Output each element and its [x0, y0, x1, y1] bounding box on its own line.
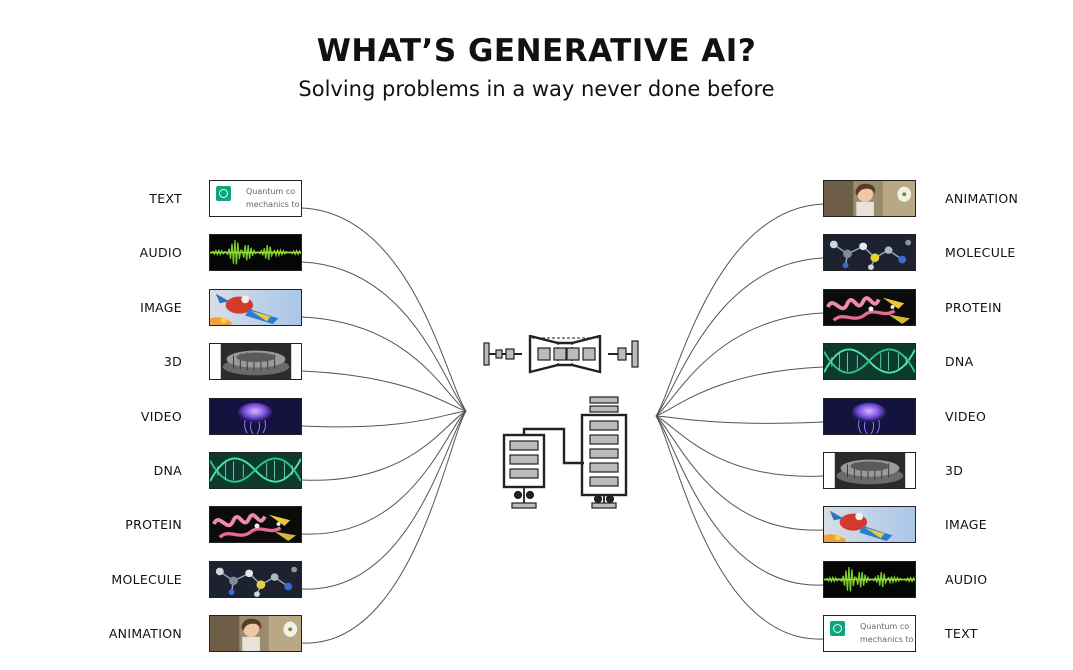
right-label-video: VIDEO [945, 409, 987, 424]
right-connector-animation [655, 203, 824, 417]
right-thumbnail-protein [823, 289, 916, 326]
left-label-text: TEXT [149, 191, 182, 206]
text-thumbnail-snippet: Quantum co mechanics to [860, 620, 914, 646]
chatbot-logo-icon [216, 186, 231, 201]
right-label-protein: PROTEIN [945, 300, 1002, 315]
left-thumbnail-image [209, 289, 302, 326]
left-label-audio: AUDIO [139, 245, 182, 260]
right-connector-image [655, 415, 824, 531]
left-connector-text [301, 207, 467, 412]
right-thumbnail-audio [823, 561, 916, 598]
left-thumbnail-molecule [209, 561, 302, 598]
left-label-protein: PROTEIN [125, 517, 182, 532]
model-architecture-icon [483, 335, 639, 509]
chatbot-logo-icon [830, 621, 845, 636]
left-label-3d: 3D [163, 354, 182, 369]
text-thumbnail-line1: Quantum co [860, 622, 910, 631]
left-connector-3d [301, 370, 467, 412]
right-thumbnail-dna [823, 343, 916, 380]
left-label-video: VIDEO [140, 409, 182, 424]
left-label-dna: DNA [153, 463, 182, 478]
left-label-image: IMAGE [140, 300, 182, 315]
transformer-icon [502, 396, 628, 509]
right-label-dna: DNA [945, 354, 974, 369]
right-connector-audio [655, 415, 824, 586]
right-label-image: IMAGE [945, 517, 987, 532]
left-connector-audio [301, 261, 467, 412]
right-connector-dna [655, 366, 824, 417]
left-thumbnail-protein [209, 506, 302, 543]
left-thumbnail-text: Quantum co mechanics to [209, 180, 302, 217]
right-connector-molecule [655, 257, 824, 417]
left-connector-animation [301, 410, 467, 644]
right-thumbnail-animation [823, 180, 916, 217]
right-label-audio: AUDIO [945, 572, 988, 587]
left-thumbnail-video [209, 398, 302, 435]
right-thumbnail-image [823, 506, 916, 543]
left-thumbnail-audio [209, 234, 302, 271]
text-thumbnail-line2: mechanics to [246, 200, 300, 209]
left-label-animation: ANIMATION [108, 626, 182, 641]
left-thumbnail-3d [209, 343, 302, 380]
right-thumbnail-video [823, 398, 916, 435]
right-connector-video [655, 415, 824, 424]
text-thumbnail-snippet: Quantum co mechanics to [246, 185, 300, 211]
autoencoder-icon [483, 335, 639, 374]
left-connector-dna [301, 410, 467, 481]
left-label-molecule: MOLECULE [111, 572, 182, 587]
right-thumbnail-molecule [823, 234, 916, 271]
right-connector-protein [655, 312, 824, 417]
right-label-molecule: MOLECULE [945, 245, 1016, 260]
right-thumbnail-3d [823, 452, 916, 489]
left-connector-protein [301, 410, 467, 535]
text-thumbnail-line2: mechanics to [860, 635, 914, 644]
left-thumbnail-animation [209, 615, 302, 652]
right-label-animation: ANIMATION [945, 191, 1019, 206]
left-connector-molecule [301, 410, 467, 590]
right-label-text: TEXT [945, 626, 978, 641]
right-connector-text [655, 415, 824, 640]
text-thumbnail-line1: Quantum co [246, 187, 296, 196]
right-thumbnail-text: Quantum co mechanics to [823, 615, 916, 652]
left-connector-image [301, 316, 467, 412]
right-label-3d: 3D [945, 463, 964, 478]
left-connector-video [301, 410, 467, 428]
left-thumbnail-dna [209, 452, 302, 489]
